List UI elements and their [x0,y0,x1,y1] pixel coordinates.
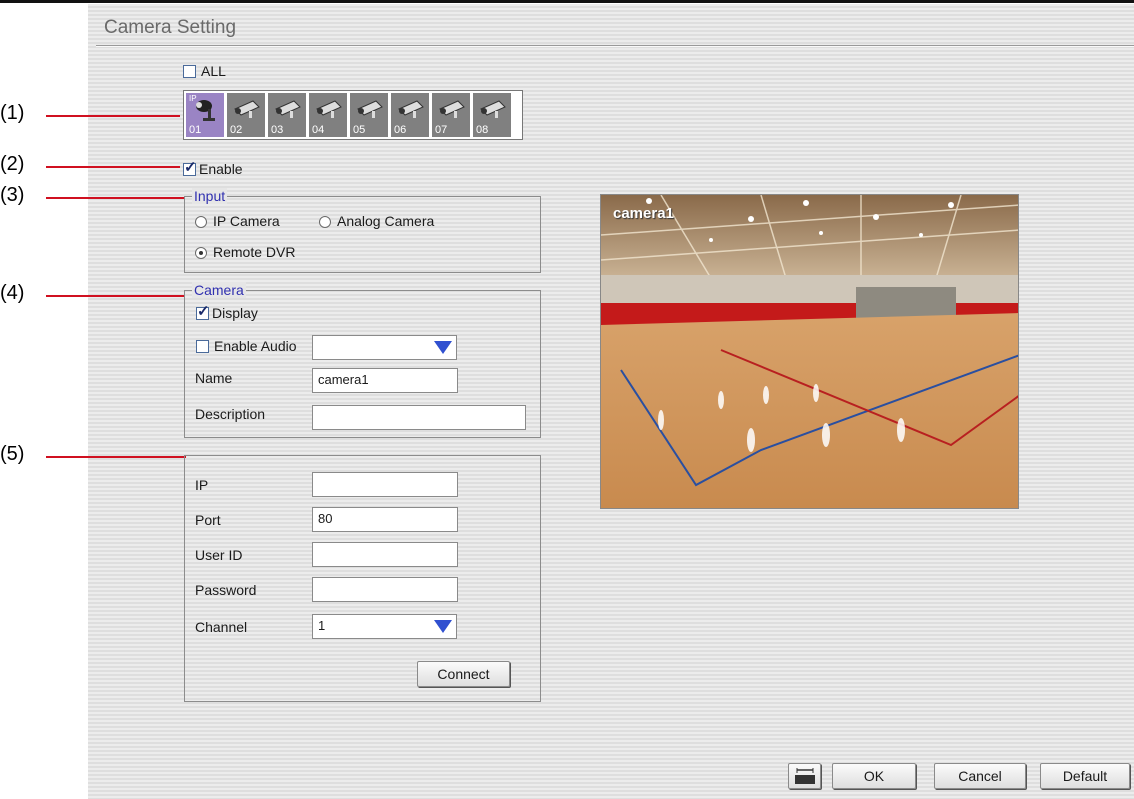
ok-button[interactable]: OK [832,763,916,789]
ip-camera-label: IP Camera [213,213,280,229]
camera-icon [480,100,506,118]
analog-camera-radio[interactable] [319,216,331,228]
callout-2-line [46,166,180,168]
user-id-label: User ID [195,547,243,563]
camera-tile-02[interactable]: 02 [227,93,265,137]
camera-preview: camera1 [600,194,1019,509]
user-id-input[interactable] [312,542,458,567]
camera-icon [357,100,383,118]
camera-tile-05[interactable]: 05 [350,93,388,137]
camera-tile-07[interactable]: 07 [432,93,470,137]
audio-dropdown[interactable] [312,335,457,360]
title-divider-highlight [96,46,1134,47]
top-border [0,0,1134,3]
input-group-legend: Input [192,188,228,204]
password-input[interactable] [312,577,458,602]
password-label: Password [195,582,257,598]
camera-icon [234,100,260,118]
check-icon: ✓ [184,159,197,176]
enable-audio-label: Enable Audio [214,338,297,354]
camera-tile-06[interactable]: 06 [391,93,429,137]
display-label: Display [212,305,258,321]
default-button[interactable]: Default [1040,763,1130,789]
camera-number: 01 [189,124,202,136]
callout-2: (2) [0,153,25,175]
preview-camera-label: camera1 [613,205,674,222]
camera-tile-04[interactable]: 04 [309,93,347,137]
channel-dropdown-value: 1 [318,618,326,633]
all-checkbox[interactable] [183,65,196,78]
name-label: Name [195,370,233,386]
gym-court-image [601,195,1018,508]
callout-3-line [46,197,184,199]
callout-4-line [46,295,184,297]
check-icon: ✓ [197,303,210,320]
camera-number: 05 [353,124,366,136]
connect-button[interactable]: Connect [417,661,510,687]
radio-selected-dot [199,251,203,255]
port-label: Port [195,512,221,528]
chevron-down-icon [434,341,452,354]
camera-number: 06 [394,124,407,136]
description-label: Description [195,406,266,422]
camera-icon [439,100,465,118]
name-input[interactable]: camera1 [312,368,458,393]
remote-dvr-radio[interactable] [195,247,207,259]
callout-4: (4) [0,282,25,304]
callout-5: (5) [0,443,25,465]
keyboard-icon [794,768,815,784]
camera-selector-strip: IP 01 02 03 04 05 06 07 08 [183,90,523,140]
camera-number: 03 [271,124,284,136]
camera-icon [316,100,342,118]
channel-label: Channel [195,619,248,635]
channel-dropdown[interactable]: 1 [312,614,457,639]
camera-number: 04 [312,124,325,136]
callout-3: (3) [0,184,25,206]
camera-icon [275,100,301,118]
camera-icon [398,100,424,118]
ip-camera-icon [196,100,215,121]
remote-dvr-label: Remote DVR [213,244,296,260]
camera-number: 08 [476,124,489,136]
port-input[interactable]: 80 [312,507,458,532]
description-input[interactable] [312,405,526,430]
enable-checkbox[interactable]: ✓ [183,159,197,176]
camera-group-legend: Camera [192,282,246,298]
callout-1: (1) [0,102,25,124]
analog-camera-label: Analog Camera [337,213,435,229]
input-group [184,196,541,273]
enable-label: Enable [199,161,243,177]
enable-audio-checkbox[interactable] [196,340,209,353]
camera-tile-08[interactable]: 08 [473,93,511,137]
keyboard-button[interactable] [788,763,821,789]
ip-input[interactable] [312,472,458,497]
cancel-button[interactable]: Cancel [934,763,1026,789]
all-label: ALL [201,63,226,79]
callout-1-line [46,115,180,117]
camera-number: 02 [230,124,243,136]
display-checkbox[interactable]: ✓ [196,303,210,320]
camera-tile-03[interactable]: 03 [268,93,306,137]
ip-label: IP [195,477,209,493]
panel-title: Camera Setting [104,17,237,38]
ip-camera-radio[interactable] [195,216,207,228]
chevron-down-icon [434,620,452,633]
camera-number: 07 [435,124,448,136]
callout-5-line [46,456,186,458]
camera-tile-01[interactable]: IP 01 [186,93,224,137]
